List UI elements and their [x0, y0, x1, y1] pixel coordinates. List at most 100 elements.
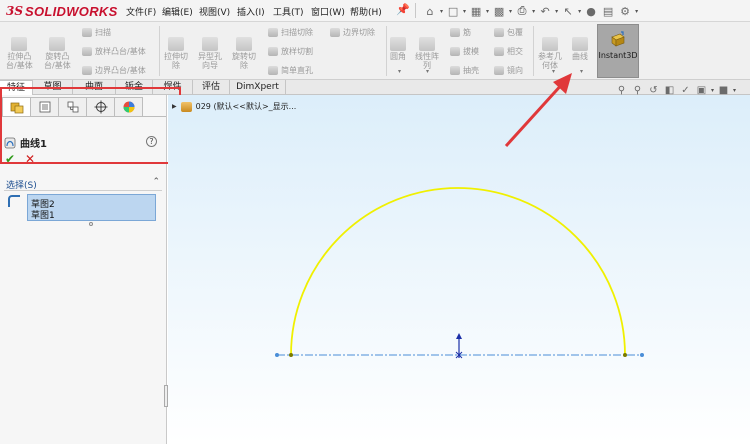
graphics-area[interactable]: ▶ 029 (默认<<默认>_显示...	[168, 95, 750, 444]
solidworks-logo-text: SOLIDWORKS	[25, 3, 118, 19]
open-dropdown-icon[interactable]: ▾	[486, 8, 489, 15]
save-dropdown-icon[interactable]: ▾	[509, 8, 512, 15]
ds-logo-mark: 3S	[6, 4, 24, 18]
options-dropdown-icon[interactable]: ▾	[635, 8, 638, 15]
arc-endpoint-left[interactable]	[289, 353, 293, 357]
boundary-cut-button[interactable]: 边界切除	[330, 27, 375, 38]
loft-button[interactable]: 放样凸台/基体	[82, 46, 146, 57]
shell-button[interactable]: 抽壳	[450, 65, 479, 76]
fillet-dropdown-icon[interactable]: ▾	[398, 68, 401, 75]
reference-geometry-button[interactable]: 参考几 何体	[538, 37, 562, 70]
file-properties-icon[interactable]: ▤	[601, 4, 615, 18]
draft-icon	[450, 47, 460, 56]
undo-icon[interactable]: ↶	[538, 4, 552, 18]
wrap-label: 包覆	[507, 28, 523, 37]
wrap-button[interactable]: 包覆	[494, 27, 523, 38]
line-endpoint-left[interactable]	[275, 353, 279, 357]
swept-cut-icon	[268, 28, 278, 37]
selection-list-box[interactable]: 草图2 草图1	[27, 194, 156, 221]
pin-menu-icon[interactable]: 📌	[396, 3, 410, 16]
curves-label: 曲线	[572, 52, 588, 61]
undo-dropdown-icon[interactable]: ▾	[555, 8, 558, 15]
home-icon[interactable]: ⌂	[423, 4, 437, 18]
menu-edit[interactable]: 编辑(E)	[162, 5, 193, 18]
revolve-boss-icon	[49, 37, 66, 51]
boundary-boss-label: 边界凸台/基体	[95, 66, 146, 75]
command-manager-ribbon: 拉伸凸 台/基体 旋转凸 台/基体 扫描 放样凸台/基体 边界凸台/基体 拉伸切…	[0, 22, 750, 80]
swept-cut-button[interactable]: 扫描切除	[268, 27, 313, 38]
tab-dimxpert[interactable]: DimXpert	[230, 80, 286, 95]
select-pointer-icon[interactable]: ↖	[561, 4, 575, 18]
new-dropdown-icon[interactable]: ▾	[463, 8, 466, 15]
print-icon[interactable]: ⎙	[515, 4, 529, 18]
mirror-button[interactable]: 镜向	[494, 65, 523, 76]
fillet-button[interactable]: 圆角	[390, 37, 406, 61]
menu-file[interactable]: 文件(F)	[126, 5, 156, 18]
menu-insert[interactable]: 插入(I)	[237, 5, 265, 18]
menu-tools[interactable]: 工具(T)	[273, 5, 304, 18]
fillet-label: 圆角	[390, 52, 406, 61]
pattern-dropdown-icon[interactable]: ▾	[426, 68, 429, 75]
tab-evaluate[interactable]: 评估	[193, 80, 230, 95]
loft-label: 放样凸台/基体	[95, 47, 146, 56]
dynamic-annotation-icon[interactable]: ✓	[679, 84, 692, 97]
print-dropdown-icon[interactable]: ▾	[532, 8, 535, 15]
select-dropdown-icon[interactable]: ▾	[578, 8, 581, 15]
view-orientation-dropdown-icon[interactable]: ▾	[711, 87, 714, 94]
open-folder-icon[interactable]: ▦	[469, 4, 483, 18]
save-icon[interactable]: ▩	[492, 4, 506, 18]
extrude-cut-icon	[168, 37, 184, 51]
menu-view[interactable]: 视图(V)	[199, 5, 230, 18]
section-view-icon[interactable]: ◧	[663, 84, 676, 97]
line-endpoint-right[interactable]	[640, 353, 644, 357]
extrude-boss-label: 拉伸凸 台/基体	[6, 52, 33, 70]
extrude-boss-button[interactable]: 拉伸凸 台/基体	[6, 37, 33, 70]
curves-button[interactable]: 曲线	[572, 37, 588, 61]
highlight-box-annotation	[0, 87, 181, 164]
sweep-icon	[82, 28, 92, 37]
draft-button[interactable]: 拔模	[450, 46, 479, 57]
rib-button[interactable]: 筋	[450, 27, 471, 38]
intersect-button[interactable]: 相交	[494, 46, 523, 57]
ribbon-separator	[386, 26, 387, 76]
solidworks-logo[interactable]: 3S SOLIDWORKS	[6, 3, 118, 19]
collapse-chevron-icon[interactable]: ⌃	[152, 177, 160, 187]
simple-hole-button[interactable]: 简单直孔	[268, 65, 313, 76]
instant3d-button[interactable]: Instant3D	[597, 24, 639, 78]
previous-view-icon[interactable]: ↺	[647, 84, 660, 97]
rebuild-icon[interactable]: ●	[584, 4, 598, 18]
zoom-to-fit-icon[interactable]: ⚲	[615, 84, 628, 97]
hole-wizard-button[interactable]: 异型孔 向导	[198, 37, 222, 70]
revolve-boss-button[interactable]: 旋转凸 台/基体	[44, 37, 71, 70]
boundary-boss-button[interactable]: 边界凸台/基体	[82, 65, 146, 76]
sweep-button[interactable]: 扫描	[82, 27, 111, 38]
reference-geometry-label: 参考几 何体	[538, 52, 562, 70]
simple-hole-icon	[268, 66, 278, 75]
extrude-cut-button[interactable]: 拉伸切 除	[164, 37, 188, 70]
selections-section-header[interactable]: 选择(S) ⌃	[4, 177, 162, 191]
selection-item-sketch1[interactable]: 草图1	[31, 208, 55, 221]
zoom-area-icon[interactable]: ⚲	[631, 84, 644, 97]
sketch-arc[interactable]	[290, 187, 626, 356]
linear-pattern-button[interactable]: 线性阵 列	[415, 37, 439, 70]
curves-dropdown-icon[interactable]: ▾	[580, 68, 583, 75]
lofted-cut-button[interactable]: 放样切割	[268, 46, 313, 57]
menu-bar: 3S SOLIDWORKS 文件(F) 编辑(E) 视图(V) 插入(I) 工具…	[0, 0, 750, 22]
display-style-dropdown-icon[interactable]: ▾	[733, 87, 736, 94]
revolve-cut-button[interactable]: 旋转切 除	[232, 37, 256, 70]
arc-endpoint-right[interactable]	[623, 353, 627, 357]
options-gear-icon[interactable]: ⚙	[618, 4, 632, 18]
boundary-cut-icon	[330, 28, 340, 37]
sketch-canvas[interactable]	[168, 95, 750, 444]
menu-help[interactable]: 帮助(H)	[350, 5, 382, 18]
reference-geometry-icon	[542, 37, 558, 51]
heads-up-view-toolbar: ⚲ ⚲ ↺ ◧ ✓ ▣ ▾ ■ ▾	[615, 84, 736, 97]
quick-access-toolbar: ⌂ ▾ □ ▾ ▦ ▾ ▩ ▾ ⎙ ▾ ↶ ▾ ↖ ▾ ● ▤ ⚙ ▾	[423, 2, 639, 20]
home-dropdown-icon[interactable]: ▾	[440, 8, 443, 15]
new-document-icon[interactable]: □	[446, 4, 460, 18]
reference-geometry-dropdown-icon[interactable]: ▾	[552, 68, 555, 75]
display-style-icon[interactable]: ■	[717, 84, 730, 97]
view-orientation-icon[interactable]: ▣	[695, 84, 708, 97]
list-resize-handle[interactable]	[89, 222, 93, 226]
menu-window[interactable]: 窗口(W)	[311, 5, 345, 18]
